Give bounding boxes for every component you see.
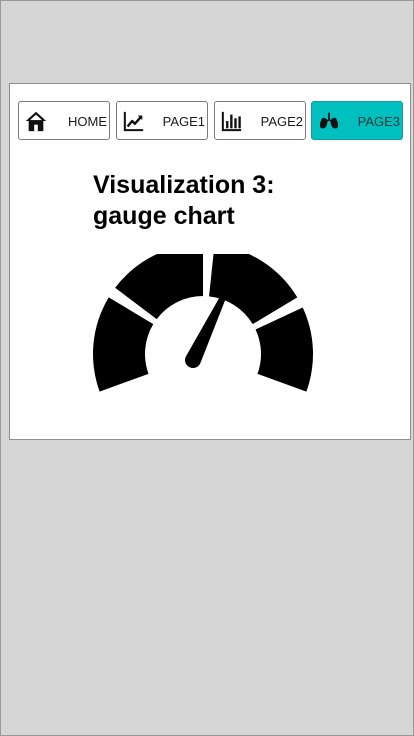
home-icon (25, 111, 47, 132)
lungs-icon (319, 112, 339, 129)
tab-page2-label: PAGE2 (260, 114, 303, 129)
tab-page2[interactable]: PAGE2 (214, 101, 306, 140)
gauge-segment (209, 254, 298, 325)
tab-page3-label: PAGE3 (357, 114, 400, 129)
page-title: Visualization 3: gauge chart (93, 171, 275, 230)
tab-page3[interactable]: PAGE3 (311, 101, 403, 140)
gauge-segment (92, 297, 154, 392)
nav-tab-bar: HOME PAGE1 PAGE2 PAGE3 (18, 101, 406, 143)
line-chart-icon (123, 111, 144, 132)
gauge-icon (92, 254, 314, 392)
tab-home-label: HOME (68, 114, 107, 129)
tab-home[interactable]: HOME (18, 101, 110, 140)
bar-chart-icon (221, 111, 242, 132)
content-card: HOME PAGE1 PAGE2 PAGE3 Visualization 3: … (9, 83, 411, 440)
gauge-segment (255, 307, 314, 392)
tab-page1-label: PAGE1 (162, 114, 205, 129)
tab-page1[interactable]: PAGE1 (116, 101, 208, 140)
